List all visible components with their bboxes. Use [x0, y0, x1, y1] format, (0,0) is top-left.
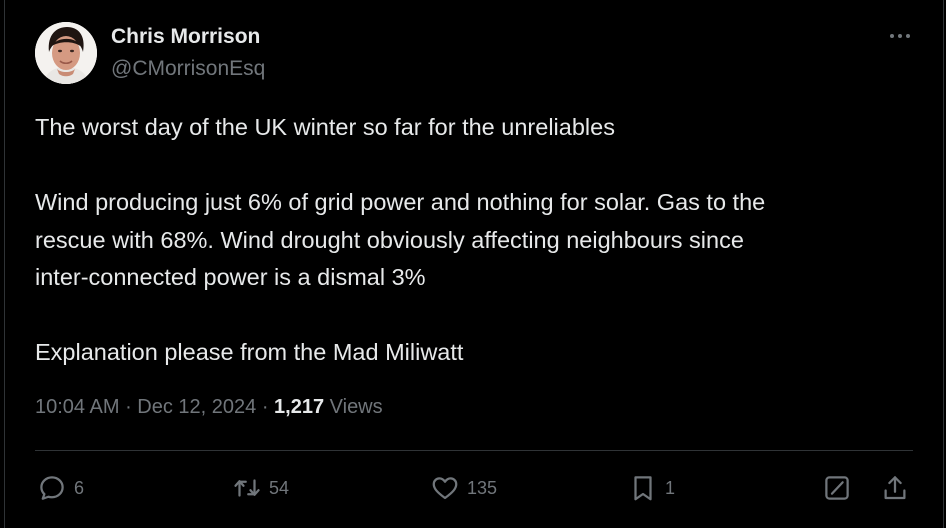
bookmark-count: 1 — [665, 477, 676, 498]
grok-button[interactable] — [822, 470, 852, 506]
views-count: 1,217 — [274, 396, 330, 418]
tweet-time[interactable]: 10:04 AM — [35, 396, 125, 418]
more-options-button[interactable] — [885, 24, 915, 48]
reply-icon — [40, 476, 64, 500]
share-button[interactable] — [880, 470, 910, 506]
repost-count: 54 — [269, 477, 290, 498]
views-label: Views — [329, 396, 383, 418]
reply-button[interactable]: 6 — [37, 470, 84, 506]
tweet-text-line: Explanation please from the Mad Miliwatt — [35, 339, 464, 365]
like-count: 135 — [467, 477, 498, 498]
tweet-card: Chris Morrison @CMorrisonEsq The worst d… — [4, 0, 944, 528]
bookmark-icon — [634, 476, 652, 501]
tweet-text: The worst day of the UK winter so far fo… — [35, 109, 915, 372]
author-handle[interactable]: @CMorrisonEsq — [111, 57, 265, 81]
tweet-date[interactable]: Dec 12, 2024 — [137, 396, 262, 418]
tweet-meta: 10:04 AM · Dec 12, 2024 · 1,217 Views — [35, 396, 383, 419]
bookmark-button[interactable]: 1 — [628, 470, 675, 506]
grok-icon — [825, 476, 849, 500]
avatar[interactable] — [35, 22, 97, 84]
meta-separator: · — [261, 396, 275, 418]
action-bar: 6 54 135 1 — [5, 470, 943, 506]
repost-button[interactable]: 54 — [232, 470, 289, 506]
tweet-text-line: rescue with 68%. Wind drought obviously … — [35, 226, 744, 253]
tweet-text-line: Wind producing just 6% of grid power and… — [35, 189, 766, 215]
tweet-text-line: The worst day of the UK winter so far fo… — [35, 114, 615, 140]
like-button[interactable]: 135 — [430, 470, 497, 506]
reply-count: 6 — [74, 477, 85, 498]
tweet-text-line: inter-connected power is a dismal 3% — [35, 264, 426, 290]
heart-icon — [432, 477, 458, 500]
more-horizontal-icon — [890, 34, 910, 38]
avatar-image — [35, 22, 97, 84]
share-icon — [884, 476, 906, 500]
repost-icon — [234, 479, 260, 497]
divider — [35, 450, 913, 451]
author-name[interactable]: Chris Morrison — [111, 25, 260, 49]
meta-separator: · — [125, 396, 138, 418]
